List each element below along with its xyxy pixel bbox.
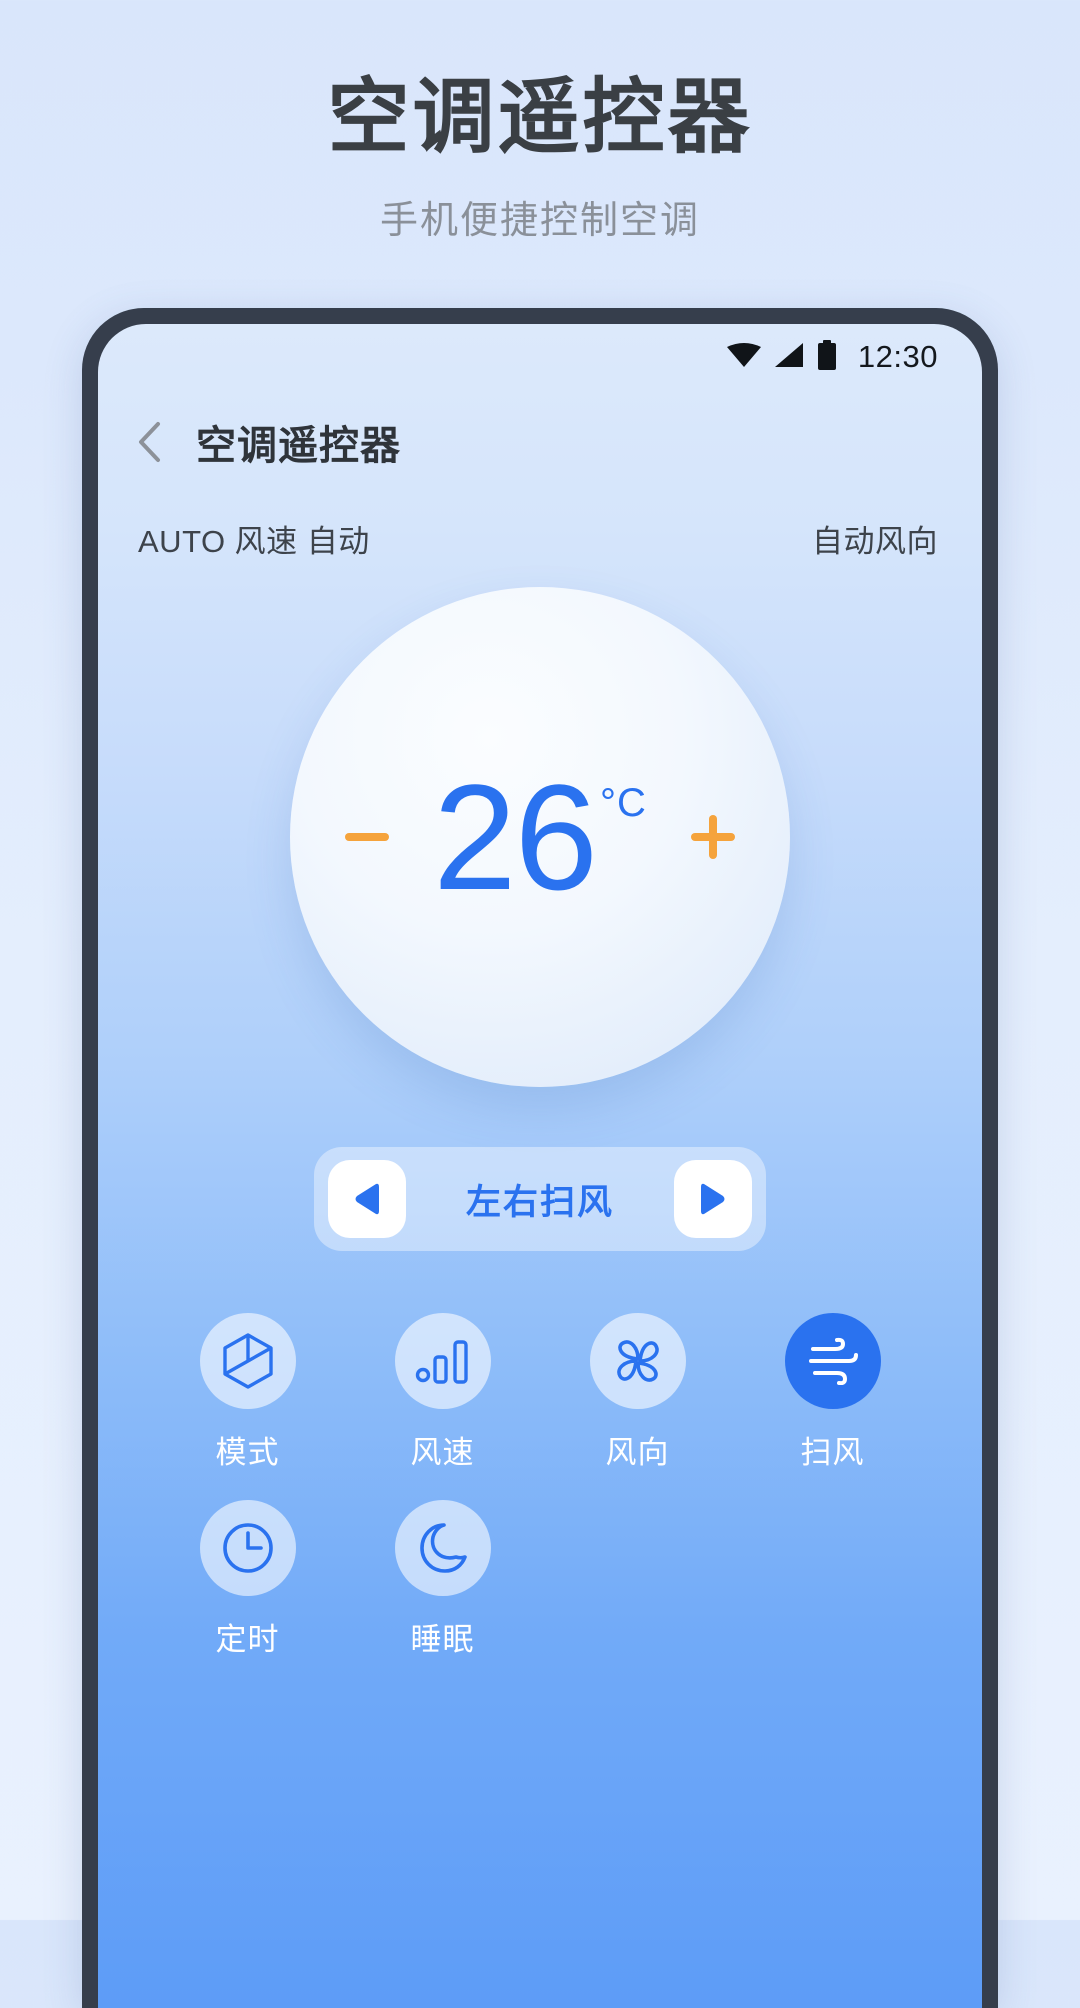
temperature-decrease-button[interactable]: [335, 805, 399, 869]
status-info-row: AUTO 风速 自动 自动风向: [98, 494, 982, 561]
temperature-increase-button[interactable]: [681, 805, 745, 869]
swing-next-button[interactable]: [673, 1160, 752, 1238]
status-bar: 12:30: [98, 324, 982, 390]
battery-icon: [816, 339, 838, 375]
swing-previous-button[interactable]: [328, 1160, 406, 1238]
function-label: 模式: [215, 1435, 280, 1470]
swing-control-container: 左右扫风: [98, 1147, 982, 1251]
temperature-dial-container: 26 °C: [98, 587, 982, 1087]
wifi-icon: [726, 342, 762, 373]
function-label: 扫风: [800, 1435, 865, 1470]
phone-screen: 12:30 空调遥控器 AUTO 风速 自动 自动风向 26 °C 左右扫风 模…: [98, 324, 982, 2008]
function-label: 风速: [410, 1435, 475, 1470]
function-item-fan-speed[interactable]: 风速: [345, 1313, 540, 1472]
swing-mode-label: 左右扫风: [465, 1182, 614, 1222]
moon-icon: [394, 1500, 491, 1596]
function-label: 风向: [605, 1435, 670, 1470]
temperature-value: 26: [433, 752, 598, 921]
phone-mockup-frame: 12:30 空调遥控器 AUTO 风速 自动 自动风向 26 °C 左右扫风 模…: [82, 308, 998, 2008]
nav-title: 空调遥控器: [196, 424, 401, 468]
wind-icon: [784, 1313, 881, 1409]
function-item-timer[interactable]: 定时: [150, 1500, 345, 1659]
signal-bars-icon: [394, 1313, 491, 1409]
function-label: 睡眠: [410, 1622, 475, 1657]
status-bar-time: 12:30: [857, 339, 938, 374]
page-subtitle: 手机便捷控制空调: [379, 199, 700, 242]
function-label: 定时: [215, 1622, 280, 1657]
function-grid: 模式 风速 风向 扫风 定时 睡眠: [98, 1313, 982, 1687]
promo-header: 空调遥控器 手机便捷控制空调: [0, 0, 1080, 244]
clock-icon: [199, 1500, 296, 1596]
fan-icon: [589, 1313, 686, 1409]
fan-speed-status[interactable]: AUTO 风速 自动: [138, 516, 370, 561]
function-item-wind-direction[interactable]: 风向: [540, 1313, 735, 1472]
swing-control-bar: 左右扫风: [314, 1147, 766, 1251]
app-nav-bar: 空调遥控器: [98, 390, 982, 494]
cube-icon: [199, 1313, 296, 1409]
wind-direction-status[interactable]: 自动风向: [812, 516, 938, 561]
page-title: 空调遥控器: [327, 72, 753, 163]
temperature-unit: °C: [599, 780, 647, 825]
function-item-sleep[interactable]: 睡眠: [345, 1500, 540, 1659]
temperature-readout: 26 °C: [433, 752, 647, 921]
chevron-left-icon[interactable]: [132, 422, 166, 462]
function-item-mode[interactable]: 模式: [150, 1313, 345, 1472]
temperature-dial: 26 °C: [290, 587, 790, 1087]
cellular-signal-icon: [774, 342, 804, 373]
function-item-swing[interactable]: 扫风: [735, 1313, 930, 1472]
